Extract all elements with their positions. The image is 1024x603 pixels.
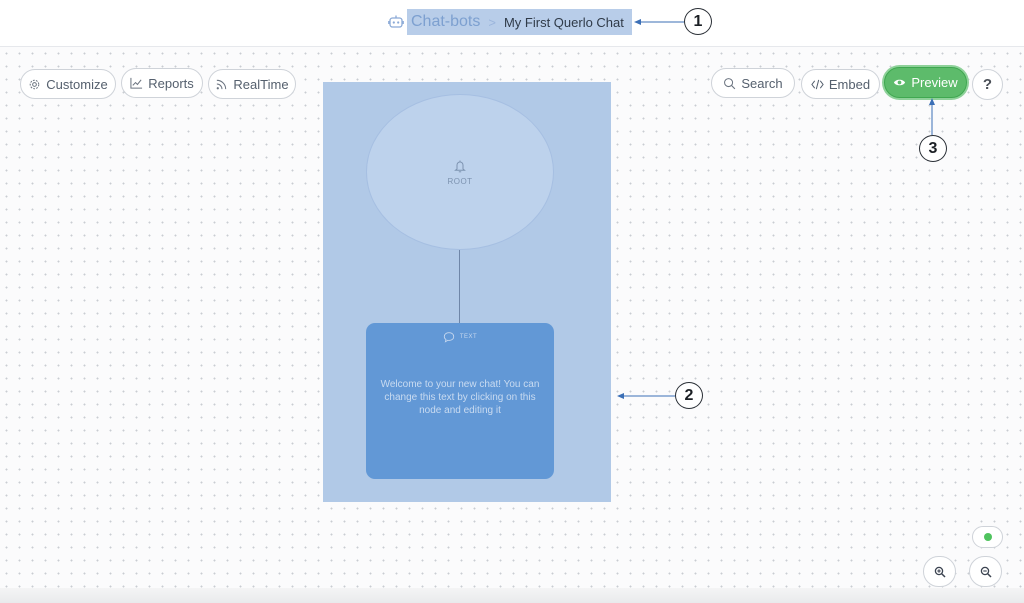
zoom-out-icon — [980, 566, 992, 578]
zoom-out-button[interactable] — [969, 556, 1002, 587]
annotation-arrows — [617, 19, 935, 399]
arrow-head-2 — [617, 393, 624, 399]
zoom-in-icon — [934, 566, 946, 578]
arrow-head-1 — [634, 19, 641, 25]
annotation-callout-1: 1 — [684, 8, 712, 35]
annotation-callout-3: 3 — [919, 135, 947, 162]
status-dot — [983, 533, 992, 541]
annotation-callout-2: 2 — [675, 382, 703, 409]
status-indicator-button[interactable] — [972, 526, 1003, 548]
arrow-head-3 — [929, 98, 935, 105]
zoom-in-button[interactable] — [923, 556, 956, 587]
